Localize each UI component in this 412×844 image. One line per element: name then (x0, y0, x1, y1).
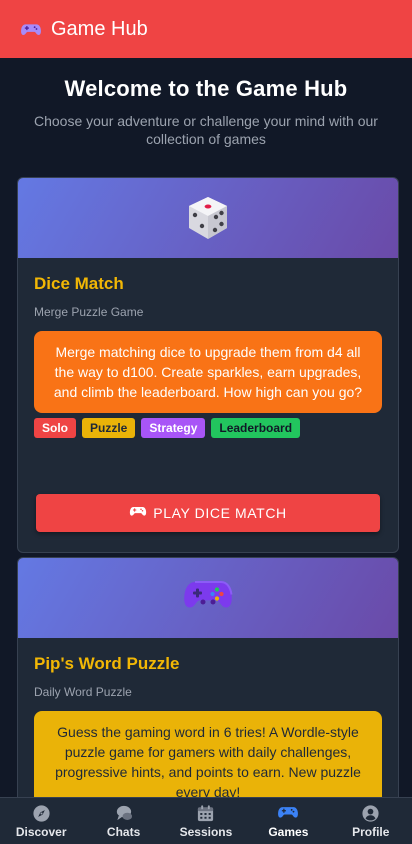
gamepad-icon (184, 581, 233, 608)
tag-puzzle: Puzzle (82, 418, 136, 438)
gamepad-icon (130, 507, 147, 516)
page-title: Welcome to the Game Hub (64, 76, 348, 101)
tag-strategy: Strategy (141, 418, 206, 438)
game-card-word-puzzle[interactable]: Pip's Word Puzzle Daily Word Puzzle Gues… (17, 557, 399, 797)
nav-label: Games (268, 824, 309, 839)
game-card-dice-match[interactable]: Dice Match Merge Puzzle Game Merge match… (17, 177, 399, 553)
app-header: Game Hub (0, 0, 412, 58)
dice-icon (189, 197, 227, 239)
game-description: Merge matching dice to upgrade them from… (34, 331, 382, 413)
nav-label: Sessions (179, 824, 233, 839)
nav-item-profile[interactable]: Profile (331, 798, 411, 844)
game-card-banner (18, 178, 398, 258)
tag-leaderboard: Leaderboard (211, 418, 301, 438)
nav-label: Profile (352, 824, 390, 839)
nav-item-chats[interactable]: Chats (84, 798, 164, 844)
user-circle-icon (362, 804, 379, 822)
game-title: Pip's Word Puzzle (34, 654, 180, 673)
nav-item-games[interactable]: Games (248, 798, 328, 844)
game-card-banner (18, 558, 398, 638)
calendar-icon (198, 804, 214, 821)
main-content[interactable]: Welcome to the Game Hub Choose your adve… (0, 58, 412, 797)
chat-bubbles-icon (116, 805, 133, 820)
game-subtitle: Daily Word Puzzle (34, 685, 132, 699)
nav-label: Chats (106, 824, 141, 839)
play-button-label: PLAY DICE MATCH (153, 505, 287, 521)
compass-icon (33, 804, 50, 822)
gamepad-icon (278, 806, 299, 818)
tag-solo: Solo (34, 418, 76, 438)
page-subtitle: Choose your adventure or challenge your … (34, 113, 378, 147)
game-subtitle: Merge Puzzle Game (34, 305, 144, 319)
app-title: Game Hub (51, 17, 148, 40)
nav-item-discover[interactable]: Discover (1, 798, 81, 844)
game-title: Dice Match (34, 274, 124, 293)
nav-label: Discover (15, 824, 67, 839)
gamepad-icon[interactable] (20, 18, 42, 40)
play-dice-match-button[interactable]: PLAY DICE MATCH (36, 494, 380, 532)
game-description: Guess the gaming word in 6 tries! A Word… (34, 711, 382, 797)
hero-section: Welcome to the Game Hub Choose your adve… (0, 58, 412, 148)
tag-list: Solo Puzzle Strategy Leaderboard (34, 418, 382, 438)
nav-item-sessions[interactable]: Sessions (166, 798, 246, 844)
bottom-nav: Discover Chats Sessions Games Profile (0, 797, 412, 844)
